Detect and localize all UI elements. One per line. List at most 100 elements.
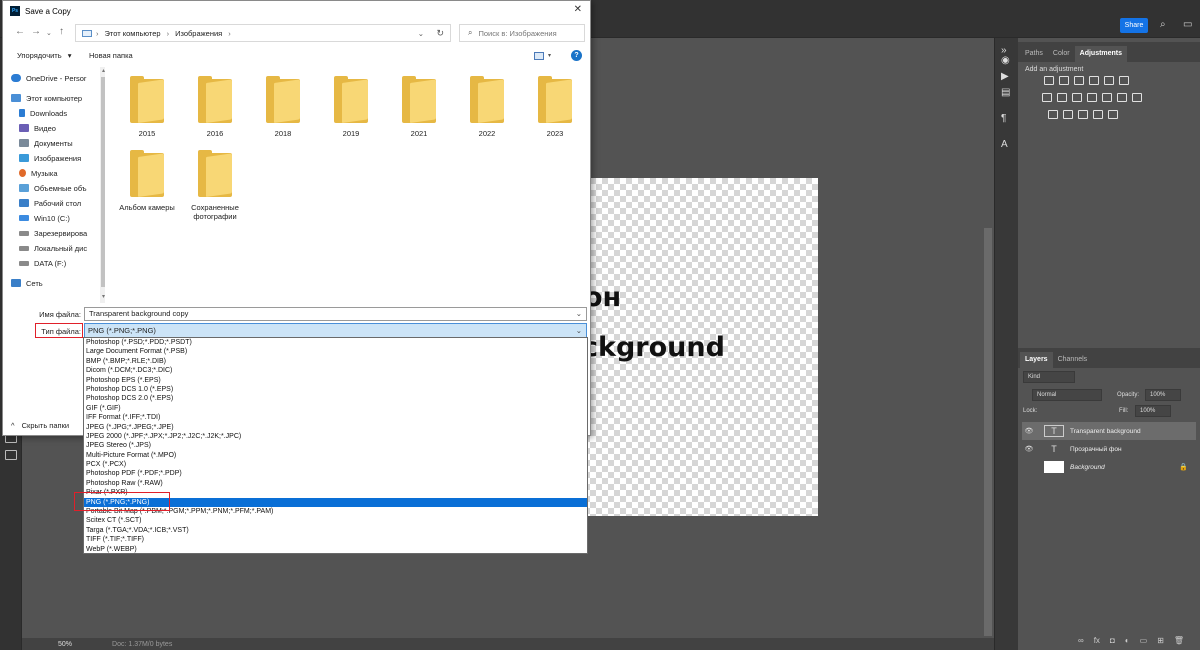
- hide-folders-button[interactable]: ^ Скрыть папки: [11, 421, 69, 430]
- filename-field[interactable]: Transparent background copy ⌄: [84, 307, 587, 321]
- search-input[interactable]: ⌕ Поиск в: Изображения: [459, 24, 585, 42]
- color-balance-icon[interactable]: [1057, 93, 1067, 102]
- gradient-triangle-icon[interactable]: [1119, 76, 1129, 85]
- filetype-option[interactable]: WebP (*.WEBP): [84, 545, 587, 554]
- opacity-field[interactable]: 100%: [1145, 389, 1181, 401]
- filetype-option[interactable]: PCX (*.PCX): [84, 460, 587, 469]
- filetype-option[interactable]: Photoshop PDF (*.PDF;*.PDP): [84, 469, 587, 478]
- filetype-option[interactable]: IFF Format (*.IFF;*.TDI): [84, 413, 587, 422]
- filetype-option[interactable]: Large Document Format (*.PSB): [84, 347, 587, 356]
- folder-item[interactable]: Альбом камеры: [115, 147, 179, 223]
- nav-item-this-pc[interactable]: Этот компьютер: [11, 91, 97, 105]
- nav-pane-scrollbar[interactable]: ▴ ▾: [100, 67, 105, 303]
- black-white-icon[interactable]: [1072, 93, 1082, 102]
- character-icon[interactable]: A: [1001, 140, 1008, 150]
- layer-row[interactable]: 👁 T Прозрачный фон: [1022, 440, 1196, 458]
- layer-row[interactable]: Background 🔒: [1022, 458, 1196, 476]
- filetype-option[interactable]: Dicom (*.DCM;*.DC3;*.DIC): [84, 366, 587, 375]
- tab-adjustments[interactable]: Adjustments: [1074, 46, 1128, 62]
- eye-icon[interactable]: 👁: [1022, 427, 1036, 435]
- zoom-level[interactable]: 50%: [58, 641, 72, 648]
- tab-layers[interactable]: Layers: [1020, 352, 1053, 368]
- filetype-option[interactable]: Targa (*.TGA;*.VDA;*.ICB;*.VST): [84, 526, 587, 535]
- scrollbar-thumb[interactable]: [101, 77, 105, 287]
- channel-mixer-icon[interactable]: [1102, 93, 1112, 102]
- nav-item-desktop[interactable]: Рабочий стол: [11, 196, 97, 210]
- blend-mode-select[interactable]: Normal: [1032, 389, 1102, 401]
- nav-item-network[interactable]: Сеть: [11, 276, 97, 290]
- filetype-option[interactable]: Scitex CT (*.SCT): [84, 516, 587, 525]
- grid-icon[interactable]: [1132, 93, 1142, 102]
- dialog-title-bar[interactable]: Ps Save a Copy ✕: [3, 1, 590, 21]
- nav-item-pictures[interactable]: Изображения: [11, 151, 97, 165]
- filetype-option[interactable]: BMP (*.BMP;*.RLE;*.DIB): [84, 357, 587, 366]
- brightness-icon[interactable]: [1044, 76, 1054, 85]
- folder-item[interactable]: 2022: [455, 73, 519, 149]
- kind-filter[interactable]: Kind: [1023, 371, 1075, 383]
- filetype-option[interactable]: Photoshop DCS 2.0 (*.EPS): [84, 394, 587, 403]
- threshold-icon[interactable]: [1078, 110, 1088, 119]
- new-layer-icon[interactable]: ⊞: [1157, 636, 1164, 645]
- posterize-icon[interactable]: [1063, 110, 1073, 119]
- scroll-down-icon[interactable]: ▾: [100, 293, 105, 300]
- history-icon[interactable]: ◉: [1001, 56, 1010, 66]
- nav-item-data-f[interactable]: DATA (F:): [11, 256, 97, 270]
- chevron-down-icon[interactable]: ⌄: [418, 29, 424, 38]
- refresh-icon[interactable]: ↻: [436, 28, 444, 39]
- view-options-icon[interactable]: [534, 52, 544, 60]
- back-icon[interactable]: ←: [15, 26, 25, 38]
- tab-color[interactable]: Color: [1048, 46, 1075, 62]
- search-icon[interactable]: ⌕: [1160, 20, 1166, 30]
- filetype-option[interactable]: Photoshop DCS 1.0 (*.EPS): [84, 385, 587, 394]
- nav-item-reserved[interactable]: Зарезервирова: [11, 226, 97, 240]
- folder-item[interactable]: 2018: [251, 73, 315, 149]
- filetype-option[interactable]: JPEG (*.JPG;*.JPEG;*.JPE): [84, 423, 587, 432]
- filetype-option[interactable]: TIFF (*.TIF;*.TIFF): [84, 535, 587, 544]
- filetype-option[interactable]: JPEG 2000 (*.JPF;*.JPX;*.JP2;*.J2C;*.J2K…: [84, 432, 587, 441]
- nav-item-onedrive[interactable]: OneDrive - Persor: [11, 71, 97, 85]
- folder-item[interactable]: Сохраненные фотографии: [183, 147, 247, 223]
- share-button[interactable]: Share: [1120, 18, 1148, 33]
- hue-saturation-icon[interactable]: [1042, 93, 1052, 102]
- filetype-option[interactable]: GIF (*.GIF): [84, 404, 587, 413]
- forward-icon[interactable]: →: [31, 26, 41, 38]
- layer-row[interactable]: 👁 T Transparent background: [1022, 422, 1196, 440]
- document-canvas[interactable]: он ckground: [560, 178, 818, 516]
- curves-icon[interactable]: [1074, 76, 1084, 85]
- gradient-map-icon[interactable]: [1093, 110, 1103, 119]
- levels-icon[interactable]: [1059, 76, 1069, 85]
- tab-channels[interactable]: Channels: [1053, 352, 1093, 368]
- chevron-down-icon[interactable]: ⌄: [46, 28, 52, 40]
- chevron-down-icon[interactable]: ⌄: [576, 324, 582, 337]
- filetype-select[interactable]: PNG (*.PNG;*.PNG) ⌄: [84, 323, 587, 338]
- breadcrumb-item[interactable]: Этот компьютер: [105, 29, 161, 38]
- nav-item-3d-objects[interactable]: Объемные объ: [11, 181, 97, 195]
- chevron-down-icon[interactable]: ▾: [548, 52, 551, 59]
- folder-item[interactable]: 2015: [115, 73, 179, 149]
- selective-color-icon[interactable]: [1108, 110, 1118, 119]
- folder-item[interactable]: 2023: [523, 73, 587, 149]
- filetype-option[interactable]: Photoshop EPS (*.EPS): [84, 376, 587, 385]
- new-folder-button[interactable]: Новая папка: [89, 51, 133, 60]
- folder-item[interactable]: 2021: [387, 73, 451, 149]
- properties-icon[interactable]: ▤: [1001, 88, 1010, 98]
- link-icon[interactable]: ∞: [1078, 636, 1084, 645]
- filetype-option[interactable]: Photoshop (*.PSD;*.PDD;*.PSDT): [84, 338, 587, 347]
- scroll-up-icon[interactable]: ▴: [100, 67, 105, 74]
- actions-play-icon[interactable]: ▶: [1001, 72, 1009, 82]
- nav-item-drive-c[interactable]: Win10 (C:): [11, 211, 97, 225]
- exposure-icon[interactable]: [1089, 76, 1099, 85]
- paragraph-icon[interactable]: ¶: [1001, 114, 1006, 124]
- nav-item-video[interactable]: Видео: [11, 121, 97, 135]
- close-icon[interactable]: ✕: [574, 4, 582, 15]
- folder-icon[interactable]: ▭: [1140, 636, 1148, 645]
- nav-item-local-disk[interactable]: Локальный дис: [11, 241, 97, 255]
- adjustment-layer-icon[interactable]: ◐: [1125, 636, 1130, 645]
- tab-paths[interactable]: Paths: [1020, 46, 1048, 62]
- nav-item-documents[interactable]: Документы: [11, 136, 97, 150]
- help-icon[interactable]: ?: [571, 50, 582, 61]
- filetype-option[interactable]: JPEG Stereo (*.JPS): [84, 441, 587, 450]
- up-icon[interactable]: ↑: [59, 26, 64, 38]
- eye-icon[interactable]: 👁: [1022, 445, 1036, 453]
- canvas-scrollbar[interactable]: [984, 228, 992, 636]
